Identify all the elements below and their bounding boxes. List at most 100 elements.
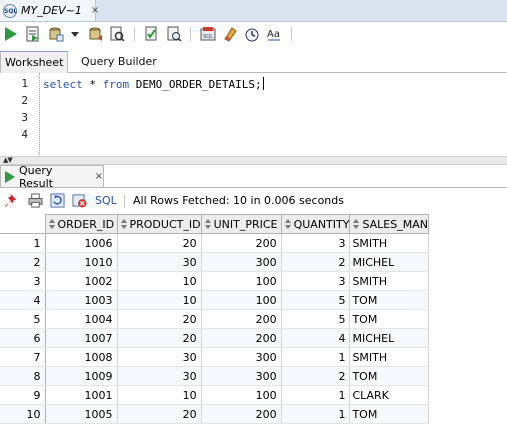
close-icon[interactable]: ×: [91, 5, 99, 16]
column-header-quantity[interactable]: QUANTITY: [280, 214, 351, 234]
tab-query-builder[interactable]: Query Builder: [77, 51, 161, 72]
cell-unit-price[interactable]: 100: [201, 290, 282, 310]
cell-quantity[interactable]: 5: [281, 290, 351, 310]
row-number[interactable]: 1: [0, 233, 46, 253]
history-icon[interactable]: [244, 26, 260, 42]
cell-product-id[interactable]: 30: [117, 252, 202, 272]
tab-query-result[interactable]: Query Result ×: [0, 164, 104, 190]
cell-unit-price[interactable]: 200: [201, 328, 282, 348]
cell-order-id[interactable]: 1010: [45, 252, 118, 272]
table-row[interactable]: 4 1003 10 100 5 TOM: [0, 290, 429, 310]
cell-quantity[interactable]: 1: [281, 385, 351, 405]
cell-product-id[interactable]: 10: [117, 271, 202, 291]
collapse-expand-arrows-icon[interactable]: ▲▼: [3, 156, 13, 164]
table-row[interactable]: 3 1002 10 100 3 SMITH: [0, 271, 429, 291]
cell-order-id[interactable]: 1002: [45, 271, 118, 291]
cell-quantity[interactable]: 2: [281, 252, 351, 272]
cell-sales-man[interactable]: CLARK: [349, 385, 429, 405]
commit-icon[interactable]: [48, 26, 64, 42]
column-header-order-id[interactable]: ORDER_ID: [44, 214, 118, 234]
row-number[interactable]: 6: [0, 328, 46, 348]
run-statement-icon[interactable]: [3, 26, 19, 42]
column-header-product-id[interactable]: PRODUCT_ID: [116, 214, 202, 234]
row-number[interactable]: 4: [0, 290, 46, 310]
result-grid[interactable]: ORDER_ID PRODUCT_ID UNIT_PRICE QUANTITY …: [0, 214, 429, 424]
table-row[interactable]: 10 1005 20 200 1 TOM: [0, 404, 429, 424]
cell-order-id[interactable]: 1009: [45, 366, 118, 386]
row-number[interactable]: 3: [0, 271, 46, 291]
cell-sales-man[interactable]: SMITH: [349, 271, 429, 291]
column-header-unit-price[interactable]: UNIT_PRICE: [200, 214, 282, 234]
cell-unit-price[interactable]: 300: [201, 366, 282, 386]
table-row[interactable]: 1 1006 20 200 3 SMITH: [0, 233, 429, 253]
cell-unit-price[interactable]: 200: [201, 233, 282, 253]
cell-order-id[interactable]: 1001: [45, 385, 118, 405]
run-script-icon[interactable]: [25, 26, 41, 42]
cell-order-id[interactable]: 1003: [45, 290, 118, 310]
cell-sales-man[interactable]: TOM: [349, 309, 429, 329]
view-sql-link[interactable]: SQL: [95, 194, 117, 207]
cell-quantity[interactable]: 1: [281, 347, 351, 367]
cell-quantity[interactable]: 1: [281, 404, 351, 424]
table-row[interactable]: 5 1004 20 200 5 TOM: [0, 309, 429, 329]
cell-sales-man[interactable]: TOM: [349, 404, 429, 424]
cell-product-id[interactable]: 10: [117, 290, 202, 310]
cell-sales-man[interactable]: SMITH: [349, 233, 429, 253]
table-row[interactable]: 7 1008 30 300 1 SMITH: [0, 347, 429, 367]
cell-quantity[interactable]: 4: [281, 328, 351, 348]
cell-order-id[interactable]: 1005: [45, 404, 118, 424]
row-number[interactable]: 2: [0, 252, 46, 272]
row-number[interactable]: 7: [0, 347, 46, 367]
cell-order-id[interactable]: 1007: [45, 328, 118, 348]
autotrace-icon[interactable]: [144, 26, 160, 42]
column-header-sales-man[interactable]: SALES_MAN: [349, 214, 429, 234]
cell-sales-man[interactable]: TOM: [349, 290, 429, 310]
sql-statement[interactable]: select * from DEMO_ORDER_DETAILS;: [43, 77, 264, 91]
cell-product-id[interactable]: 30: [117, 347, 202, 367]
cell-quantity[interactable]: 5: [281, 309, 351, 329]
cell-sales-man[interactable]: MICHEL: [349, 252, 429, 272]
pin-icon[interactable]: [5, 193, 20, 208]
cell-unit-price[interactable]: 100: [201, 271, 282, 291]
format-case-icon[interactable]: Aa: [266, 26, 282, 42]
cell-sales-man[interactable]: MICHEL: [349, 328, 429, 348]
cell-unit-price[interactable]: 100: [201, 385, 282, 405]
cell-order-id[interactable]: 1006: [45, 233, 118, 253]
cell-unit-price[interactable]: 300: [201, 347, 282, 367]
tab-worksheet[interactable]: Worksheet: [0, 51, 69, 73]
cell-quantity[interactable]: 3: [281, 233, 351, 253]
row-number[interactable]: 5: [0, 309, 46, 329]
row-number[interactable]: 9: [0, 385, 46, 405]
table-row[interactable]: 6 1007 20 200 4 MICHEL: [0, 328, 429, 348]
cell-order-id[interactable]: 1008: [45, 347, 118, 367]
cell-unit-price[interactable]: 200: [201, 404, 282, 424]
cell-sales-man[interactable]: TOM: [349, 366, 429, 386]
table-row[interactable]: 8 1009 30 300 2 TOM: [0, 366, 429, 386]
cell-product-id[interactable]: 20: [117, 233, 202, 253]
unshared-sql-icon[interactable]: SQL: [200, 26, 216, 42]
print-icon[interactable]: [28, 193, 43, 208]
sql-tuning-icon[interactable]: [166, 26, 182, 42]
sql-editor[interactable]: 1 2 3 4 select * from DEMO_ORDER_DETAILS…: [0, 73, 507, 155]
cell-order-id[interactable]: 1004: [45, 309, 118, 329]
cell-unit-price[interactable]: 300: [201, 252, 282, 272]
cell-product-id[interactable]: 20: [117, 404, 202, 424]
cell-quantity[interactable]: 2: [281, 366, 351, 386]
cell-product-id[interactable]: 10: [117, 385, 202, 405]
dropdown-arrow-icon[interactable]: [70, 26, 80, 42]
table-row[interactable]: 2 1010 30 300 2 MICHEL: [0, 252, 429, 272]
cell-product-id[interactable]: 30: [117, 366, 202, 386]
refresh-icon[interactable]: [50, 193, 65, 208]
cell-product-id[interactable]: 20: [117, 309, 202, 329]
table-row[interactable]: 9 1001 10 100 1 CLARK: [0, 385, 429, 405]
document-tab[interactable]: SQL MY_DEV~1 ×: [0, 0, 99, 21]
clear-icon[interactable]: [222, 26, 238, 42]
explain-plan-icon[interactable]: [109, 26, 125, 42]
rollback-icon[interactable]: [88, 26, 104, 42]
cell-quantity[interactable]: 3: [281, 271, 351, 291]
cell-product-id[interactable]: 20: [117, 328, 202, 348]
close-icon[interactable]: ×: [95, 171, 103, 182]
cancel-fetch-icon[interactable]: [72, 193, 87, 208]
cell-sales-man[interactable]: SMITH: [349, 347, 429, 367]
row-number[interactable]: 8: [0, 366, 46, 386]
